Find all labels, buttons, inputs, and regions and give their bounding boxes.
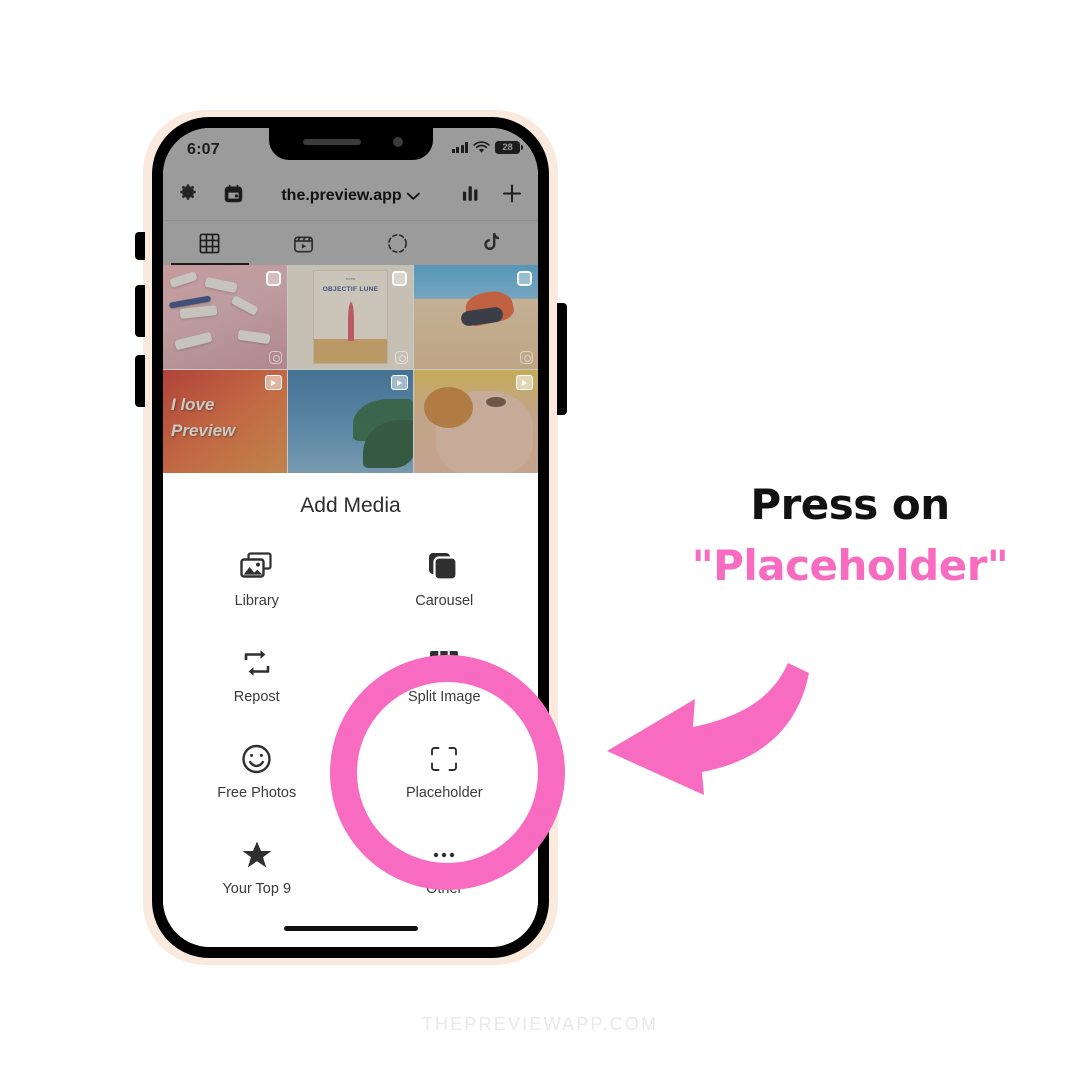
- grid-cell[interactable]: [288, 370, 413, 474]
- photo-library-icon: [240, 547, 274, 587]
- instagram-app-background: 6:07 28 the.preview.app TINTIN OBJECTIF …: [163, 128, 538, 474]
- multi-select-checkbox[interactable]: [517, 271, 532, 286]
- multi-select-checkbox[interactable]: [266, 271, 282, 286]
- grid-icon: [199, 233, 220, 253]
- watermark: THEPREVIEWAPP.COM: [421, 1014, 659, 1034]
- tiktok-note-icon: [483, 232, 499, 250]
- star-icon: [241, 835, 273, 875]
- grid-cell[interactable]: TINTIN OBJECTIF LUNE: [288, 265, 413, 369]
- menu-item-other[interactable]: Other: [351, 821, 539, 917]
- menu-item-free-photos[interactable]: Free Photos: [163, 725, 351, 821]
- reel-badge: [390, 375, 408, 390]
- menu-item-label: Free Photos: [217, 785, 297, 801]
- sheet-title: Add Media: [300, 494, 401, 517]
- front-camera: [392, 137, 403, 147]
- grid-cell[interactable]: [413, 370, 538, 474]
- app-toolbar: the.preview.app: [163, 172, 538, 220]
- annotation-line-2: "Placeholder": [691, 541, 1009, 590]
- stacked-squares-icon: [428, 547, 460, 587]
- repost-arrows-icon: [241, 643, 273, 683]
- annotation-line-1: Press on: [750, 480, 950, 529]
- instagram-icon: [520, 351, 533, 364]
- bar-chart-icon[interactable]: [462, 184, 482, 209]
- media-grid: TINTIN OBJECTIF LUNE I love Preview: [163, 265, 538, 474]
- home-indicator[interactable]: [283, 926, 418, 931]
- tab-reels[interactable]: [257, 221, 351, 265]
- menu-item-your-top-9[interactable]: Your Top 9: [163, 821, 351, 917]
- power-button[interactable]: [557, 303, 567, 415]
- crop-frame-icon: [429, 739, 459, 779]
- device-notch: [268, 128, 433, 160]
- reels-icon: [294, 235, 314, 252]
- smiley-face-icon: [241, 739, 272, 779]
- grid-cell[interactable]: [413, 265, 538, 369]
- menu-item-label: Library: [234, 593, 279, 609]
- add-media-options: Library Carousel Repost Split Image Free…: [163, 533, 538, 917]
- menu-item-library[interactable]: Library: [163, 533, 351, 629]
- grid-cell[interactable]: I love Preview: [163, 370, 288, 474]
- status-time: 6:07: [187, 141, 220, 158]
- tab-grid[interactable]: [163, 221, 257, 265]
- reel-badge: [516, 375, 533, 390]
- app-tab-bar: [163, 221, 538, 265]
- menu-item-repost[interactable]: Repost: [163, 629, 351, 725]
- instagram-icon: [269, 351, 283, 364]
- mute-switch[interactable]: [135, 232, 145, 260]
- volume-down-button[interactable]: [135, 355, 145, 407]
- menu-item-label: Carousel: [415, 593, 474, 609]
- earpiece-speaker: [302, 139, 361, 145]
- dashed-circle-icon: [387, 233, 407, 253]
- tab-stories[interactable]: [351, 221, 445, 265]
- menu-item-label: Your Top 9: [222, 881, 292, 897]
- account-name: the.preview.app: [281, 187, 402, 204]
- add-media-sheet: Add Media Library Carousel Repost Split …: [163, 473, 538, 947]
- reel-badge: [265, 375, 283, 390]
- status-indicators: 28: [451, 141, 523, 154]
- battery-indicator: 28: [495, 141, 523, 154]
- curved-arrow-left-icon: [607, 663, 809, 795]
- multi-select-checkbox[interactable]: [391, 271, 407, 286]
- menu-item-carousel[interactable]: Carousel: [351, 533, 539, 629]
- chevron-down-icon: [406, 192, 420, 200]
- account-switcher[interactable]: the.preview.app: [281, 187, 420, 205]
- grid-cell[interactable]: [163, 265, 288, 369]
- signal-bars-icon: [451, 142, 468, 153]
- menu-item-placeholder[interactable]: Placeholder: [351, 725, 539, 821]
- plus-icon[interactable]: [500, 182, 524, 211]
- menu-item-label: Split Image: [407, 689, 481, 705]
- split-columns-icon: [428, 643, 460, 683]
- annotation-text: Press on "Placeholder": [660, 480, 1040, 590]
- wifi-icon: [473, 141, 490, 153]
- canvas: 6:07 28 the.preview.app TINTIN OBJECTIF …: [0, 0, 1080, 1080]
- menu-item-label: Placeholder: [405, 785, 483, 801]
- menu-item-label: Other: [426, 881, 463, 897]
- volume-up-button[interactable]: [135, 285, 145, 337]
- ellipsis-icon: [428, 835, 460, 875]
- instagram-icon: [394, 351, 408, 364]
- phone-screen: 6:07 28 the.preview.app TINTIN OBJECTIF …: [163, 128, 538, 947]
- menu-item-split-image[interactable]: Split Image: [351, 629, 539, 725]
- calendar-icon[interactable]: [223, 183, 244, 209]
- gear-icon[interactable]: [177, 183, 199, 210]
- menu-item-label: Repost: [233, 689, 280, 705]
- tab-tiktok[interactable]: [444, 221, 538, 265]
